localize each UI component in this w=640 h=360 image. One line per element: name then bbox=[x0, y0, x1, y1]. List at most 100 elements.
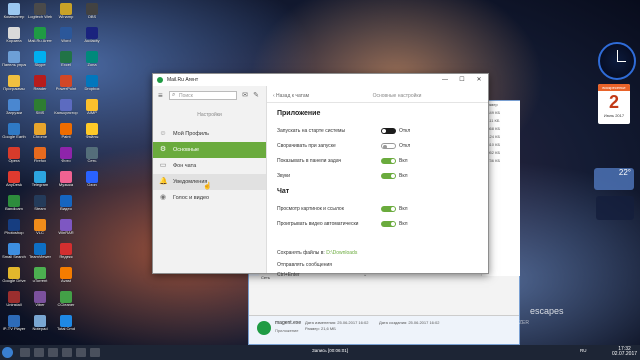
language-indicator[interactable]: RU bbox=[580, 348, 587, 353]
desktop-icon[interactable]: Avast bbox=[54, 267, 78, 283]
desktop-icon[interactable]: uTorrent bbox=[28, 267, 52, 283]
desktop-icon[interactable]: Notepad bbox=[28, 315, 52, 331]
desktop-icon[interactable]: PowerPoint bbox=[54, 75, 78, 91]
sidebar-item-icon: ☺ bbox=[159, 130, 167, 137]
desktop-icon[interactable]: Paint bbox=[54, 123, 78, 139]
setting-toggle[interactable] bbox=[381, 128, 396, 134]
back-to-chats-link[interactable]: ‹ Назад к чатам bbox=[273, 93, 309, 99]
desktop-icon[interactable]: Telegram bbox=[28, 171, 52, 187]
hamburger-menu-icon[interactable]: ≡ bbox=[158, 92, 166, 100]
desktop-icon[interactable]: Музыка bbox=[54, 171, 78, 187]
desktop-icon[interactable]: SMS bbox=[28, 99, 52, 115]
maximize-button[interactable]: ☐ bbox=[455, 75, 469, 85]
desktop-icon[interactable]: Bandicam bbox=[2, 195, 26, 211]
toggle-knob bbox=[383, 144, 387, 149]
desktop-icon[interactable]: Uninstall bbox=[2, 291, 26, 307]
desktop-icon[interactable]: Photoshop bbox=[2, 219, 26, 235]
desktop-icon[interactable]: Яндекс bbox=[54, 243, 78, 259]
desktop-icon[interactable]: AIMP bbox=[80, 99, 104, 115]
taskbar-app-browser[interactable] bbox=[34, 348, 44, 357]
desktop-icon[interactable]: Steam bbox=[28, 195, 52, 211]
desktop-icon[interactable]: Small Search bbox=[2, 243, 26, 259]
minimize-button[interactable]: — bbox=[438, 75, 452, 85]
desktop-icon[interactable]: Программы bbox=[2, 75, 26, 91]
taskbar-app-mail-agent[interactable] bbox=[90, 348, 100, 357]
desktop-icon[interactable]: Панель управления bbox=[2, 51, 26, 67]
desktop-icon[interactable]: Winamp bbox=[54, 3, 78, 19]
sidebar-item-0[interactable]: ☺ Мой Профиль bbox=[153, 126, 266, 142]
recording-indicator[interactable]: Запись [00:06:01] bbox=[312, 348, 348, 353]
desktop-icon-label: OBS bbox=[87, 15, 97, 19]
desktop-icon[interactable]: Ozon bbox=[80, 171, 104, 187]
setting-toggle[interactable] bbox=[381, 158, 396, 164]
taskbar-app-chrome[interactable] bbox=[76, 348, 86, 357]
desktop-icon[interactable]: OBS bbox=[80, 3, 104, 19]
save-path-link[interactable]: D:\Downloads bbox=[326, 250, 357, 256]
desktop-icon[interactable]: WinRAR bbox=[54, 219, 78, 235]
setting-label: Запускать на старте системы bbox=[277, 128, 346, 134]
desktop-icon[interactable]: Dropbox bbox=[80, 75, 104, 91]
desktop-icon-label: Фото bbox=[61, 159, 71, 163]
desktop-icon[interactable]: Google Earth bbox=[2, 123, 26, 139]
close-button[interactable]: ✕ bbox=[472, 75, 486, 85]
mail-agent-window[interactable]: Mail.Ru Агент — ☐ ✕ ≡ ⌕ Поиск ✉ ✎ Настро… bbox=[152, 73, 489, 278]
desktop-icon[interactable]: Google Drive bbox=[2, 267, 26, 283]
desktop-icon[interactable]: Opera bbox=[2, 147, 26, 163]
desktop-icon-image bbox=[34, 267, 46, 279]
taskbar-app-explorer[interactable] bbox=[20, 348, 30, 357]
setting-toggle[interactable] bbox=[381, 173, 396, 179]
desktop-icon[interactable]: Firefox bbox=[28, 147, 52, 163]
title-bar[interactable]: Mail.Ru Агент — ☐ ✕ bbox=[153, 74, 488, 86]
taskbar-app-folder[interactable] bbox=[62, 348, 72, 357]
new-chat-icon[interactable]: ✎ bbox=[252, 92, 260, 100]
desktop-icon-image bbox=[8, 123, 20, 135]
desktop-icon[interactable]: Компьютер bbox=[2, 3, 26, 19]
desktop-icon[interactable]: Корзина bbox=[2, 27, 26, 43]
desktop-icon[interactable]: Фото bbox=[54, 147, 78, 163]
desktop-icon-label: AnyDesk bbox=[5, 183, 22, 187]
sidebar-item-4[interactable]: ◉ Голос и видео bbox=[153, 190, 266, 206]
setting-toggle[interactable] bbox=[381, 221, 396, 227]
desktop-icon[interactable]: TeamViewer bbox=[28, 243, 52, 259]
desktop-icon[interactable]: Zona bbox=[80, 51, 104, 67]
desktop-icon[interactable]: VLC bbox=[28, 219, 52, 235]
sidebar-item-1[interactable]: ⚙ Основные bbox=[153, 142, 266, 158]
desktop-icon-label: Bandicam bbox=[5, 207, 23, 211]
desktop-icon[interactable]: Total Cmd bbox=[54, 315, 78, 331]
desktop-icon[interactable]: Excel bbox=[54, 51, 78, 67]
desktop-icon[interactable]: Файлы bbox=[80, 123, 104, 139]
send-shortcut-select[interactable]: Ctrl+Enter ⌄ bbox=[277, 272, 377, 278]
desktop-icon[interactable]: Word bbox=[54, 27, 78, 43]
desktop-icon-label: Mail.Ru Агент bbox=[28, 39, 52, 43]
taskbar-app-media[interactable] bbox=[48, 348, 58, 357]
desktop-icon[interactable]: Калькулятор bbox=[54, 99, 78, 115]
desktop-icon[interactable]: Logitech Webcam bbox=[28, 3, 52, 19]
desktop-icon[interactable]: Видео bbox=[54, 195, 78, 211]
desktop-icon[interactable]: IP-TV Player bbox=[2, 315, 26, 331]
search-input[interactable]: ⌕ Поиск bbox=[169, 91, 237, 100]
desktop-icon[interactable]: Mail.Ru Агент bbox=[28, 27, 52, 43]
desktop-icon[interactable]: Reader bbox=[28, 75, 52, 91]
desktop-icon[interactable]: Viber bbox=[28, 291, 52, 307]
desktop-icon[interactable]: Загрузки bbox=[2, 99, 26, 115]
desktop-icon-label: Корзина bbox=[6, 39, 22, 43]
desktop-icon[interactable]: Audacity bbox=[80, 27, 104, 43]
desktop-icon-image bbox=[34, 51, 46, 63]
desktop-icon[interactable]: AnyDesk bbox=[2, 171, 26, 187]
desktop-icon[interactable]: CCleaner bbox=[54, 291, 78, 307]
desktop-icon[interactable]: Chrome bbox=[28, 123, 52, 139]
setting-toggle[interactable] bbox=[381, 206, 396, 212]
desktop-icon-image bbox=[86, 147, 98, 159]
sidebar-item-2[interactable]: ▭ Фон чата bbox=[153, 158, 266, 174]
start-button[interactable] bbox=[2, 347, 13, 358]
desktop-icon[interactable]: Skype bbox=[28, 51, 52, 67]
explorer-network-item[interactable]: Сеть bbox=[261, 275, 270, 280]
setting-toggle[interactable] bbox=[381, 143, 396, 149]
mail-envelope-icon[interactable]: ✉ bbox=[241, 92, 249, 100]
desktop-icon-label: Google Earth bbox=[2, 135, 26, 139]
desktop-icon-label: Музыка bbox=[58, 183, 74, 187]
desktop-icon[interactable]: Сеть bbox=[80, 147, 104, 163]
clock-gadget bbox=[598, 42, 636, 80]
sidebar-item-3[interactable]: 🔔 Уведомления ☝ bbox=[153, 174, 266, 190]
taskbar-clock[interactable]: 17:32 02.07.2017 bbox=[612, 347, 637, 357]
